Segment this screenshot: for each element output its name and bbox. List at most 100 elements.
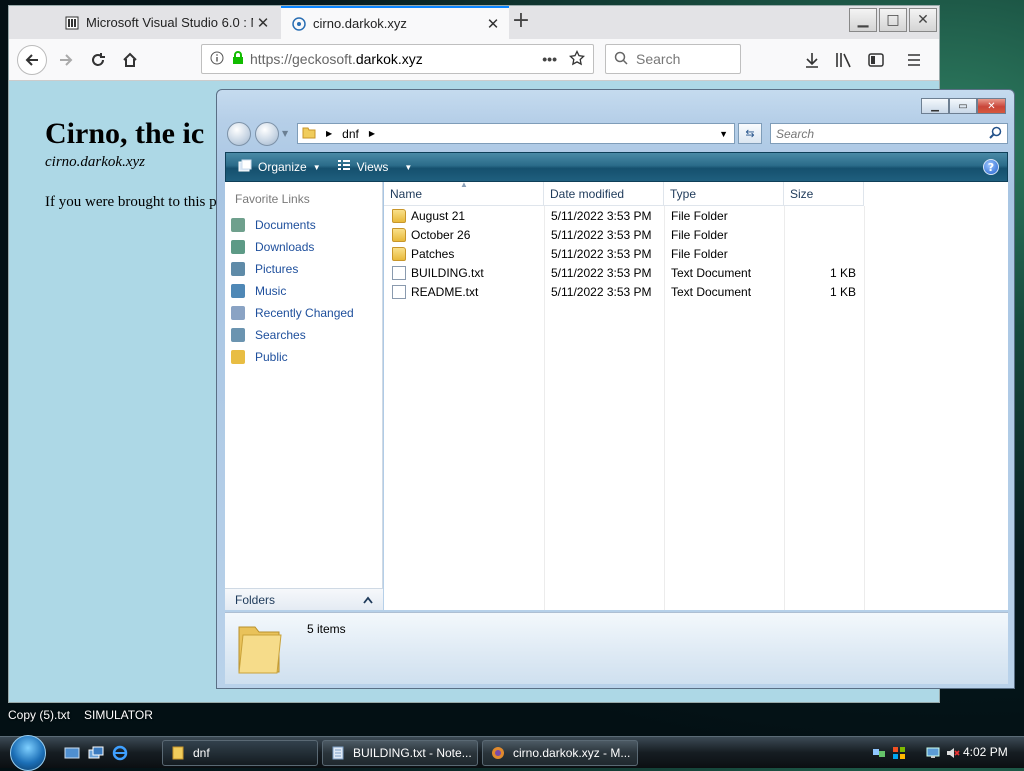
- organize-icon: [238, 159, 252, 176]
- info-icon[interactable]: [210, 51, 224, 68]
- column-header-type[interactable]: Type: [664, 182, 784, 206]
- lock-icon[interactable]: [232, 50, 244, 68]
- maximize-icon[interactable]: ▭: [949, 98, 977, 114]
- minimize-icon[interactable]: ▁: [921, 98, 949, 114]
- file-row-patches[interactable]: Patches 5/11/2022 3:53 PM File Folder: [384, 245, 1008, 264]
- search-input[interactable]: Search: [770, 123, 1008, 144]
- recently-changed-icon: [231, 306, 245, 320]
- url-text[interactable]: https://geckosoft.darkok.xyz: [250, 51, 542, 67]
- reload-icon[interactable]: [83, 45, 113, 75]
- maximize-icon[interactable]: □: [879, 8, 907, 32]
- system-tray: [872, 742, 960, 764]
- sidebar-item-pictures[interactable]: Pictures: [225, 258, 382, 280]
- chevron-up-icon: [363, 593, 373, 607]
- desktop-icon-label-simulator[interactable]: SIMULATOR: [84, 708, 153, 722]
- back-icon[interactable]: [227, 122, 251, 146]
- tab-visual-studio[interactable]: Microsoft Visual Studio 6.0 : M ✕: [54, 6, 279, 39]
- searches-icon: [231, 328, 245, 342]
- tab-bar: Microsoft Visual Studio 6.0 : M ✕ cirno.…: [9, 6, 939, 39]
- sidebar-icon[interactable]: [867, 51, 885, 69]
- nav-toolbar: https://geckosoft.darkok.xyz ••• Search: [9, 39, 939, 81]
- firefox-icon: [491, 746, 505, 760]
- sidebar-item-public[interactable]: Public: [225, 346, 382, 368]
- sidebar-item-recently-changed[interactable]: Recently Changed: [225, 302, 382, 324]
- page-paragraph: If you were brought to this p: [45, 194, 217, 210]
- file-row-building-txt[interactable]: BUILDING.txt 5/11/2022 3:53 PM Text Docu…: [384, 264, 1008, 283]
- sidebar-item-downloads[interactable]: Downloads: [225, 236, 382, 258]
- column-header-date[interactable]: Date modified: [544, 182, 664, 206]
- views-button[interactable]: Views ▼: [333, 157, 417, 178]
- close-icon[interactable]: ✕: [977, 98, 1006, 114]
- folder-icon: [171, 746, 185, 760]
- recent-pages-dropdown-icon[interactable]: ▼: [282, 129, 288, 138]
- folders-toggle[interactable]: Folders: [225, 588, 383, 610]
- taskbar-button-dnf[interactable]: dnf: [162, 740, 318, 766]
- start-button-icon[interactable]: [10, 735, 46, 771]
- organize-button[interactable]: Organize ▼: [234, 157, 325, 178]
- close-tab-icon[interactable]: ✕: [253, 14, 273, 32]
- volume-muted-icon[interactable]: [946, 746, 960, 760]
- back-icon[interactable]: [17, 45, 47, 75]
- library-icon[interactable]: [835, 51, 853, 69]
- page-subtitle: cirno.darkok.xyz: [45, 154, 145, 170]
- views-icon: [337, 159, 351, 176]
- file-row-readme-txt[interactable]: README.txt 5/11/2022 3:53 PM Text Docume…: [384, 283, 1008, 302]
- search-icon[interactable]: [989, 126, 1002, 142]
- sidebar-item-searches[interactable]: Searches: [225, 324, 382, 346]
- address-dropdown-icon[interactable]: ▼: [719, 129, 728, 139]
- sidebar-item-documents[interactable]: Documents: [225, 214, 382, 236]
- minimize-icon[interactable]: ▁: [849, 8, 877, 32]
- menu-icon[interactable]: [905, 51, 923, 69]
- monitor-tray-icon[interactable]: [926, 746, 940, 760]
- documents-icon: [231, 218, 245, 232]
- explorer-window: ▁ ▭ ✕ ▼ ▶ dnf ▶ ▼ ⇆ Search Organize ▼ Vi…: [216, 89, 1015, 689]
- folder-icon: [392, 247, 406, 261]
- home-icon[interactable]: [115, 45, 145, 75]
- file-row-august-21[interactable]: August 21 5/11/2022 3:53 PM File Folder: [384, 207, 1008, 226]
- breadcrumb-arrow-icon[interactable]: ▶: [326, 129, 332, 138]
- search-placeholder: Search: [776, 126, 815, 141]
- clock[interactable]: 4:02 PM: [963, 745, 1008, 759]
- switch-windows-icon[interactable]: [88, 745, 104, 761]
- url-bar[interactable]: https://geckosoft.darkok.xyz •••: [201, 44, 594, 74]
- column-header-size[interactable]: Size: [784, 182, 864, 206]
- forward-icon[interactable]: [51, 45, 81, 75]
- forward-icon[interactable]: [255, 122, 279, 146]
- favorite-links-title: Favorite Links: [235, 192, 310, 206]
- close-tab-icon[interactable]: ✕: [483, 15, 503, 33]
- network-tray-icon[interactable]: [872, 746, 886, 760]
- taskbar: dnf BUILDING.txt - Note... cirno.darkok.…: [0, 735, 1024, 771]
- breadcrumb-arrow-icon[interactable]: ▶: [369, 129, 375, 138]
- window-controls: ▁ ▭ ✕: [921, 98, 1006, 114]
- text-file-icon: [392, 266, 406, 280]
- show-desktop-icon[interactable]: [64, 745, 80, 761]
- search-bar[interactable]: Search: [605, 44, 741, 74]
- item-count: 5 items: [307, 622, 346, 636]
- taskbar-button-notepad[interactable]: BUILDING.txt - Note...: [322, 740, 478, 766]
- windows-security-icon[interactable]: [892, 746, 906, 760]
- folder-icon: [392, 228, 406, 242]
- search-icon: [614, 51, 628, 68]
- bookmark-star-icon[interactable]: [568, 49, 586, 69]
- desktop-icon-label-copy5[interactable]: Copy (5).txt: [8, 708, 70, 722]
- internet-explorer-icon[interactable]: [112, 745, 128, 761]
- navigation-pane: Favorite Links Documents Downloads Pictu…: [225, 182, 383, 610]
- close-icon[interactable]: ✕: [909, 8, 937, 32]
- sidebar-item-music[interactable]: Music: [225, 280, 382, 302]
- site-icon: [291, 16, 307, 32]
- page-actions-icon[interactable]: •••: [542, 51, 557, 67]
- new-tab-icon[interactable]: +: [509, 10, 533, 34]
- refresh-icon[interactable]: ⇆: [738, 123, 762, 144]
- music-icon: [231, 284, 245, 298]
- breadcrumb-dnf[interactable]: dnf: [342, 127, 359, 141]
- help-icon[interactable]: ?: [983, 159, 999, 175]
- taskbar-button-firefox[interactable]: cirno.darkok.xyz - M...: [482, 740, 638, 766]
- tab-cirno[interactable]: cirno.darkok.xyz ✕: [281, 6, 509, 39]
- download-icon[interactable]: [803, 51, 821, 69]
- address-bar[interactable]: ▶ dnf ▶ ▼: [297, 123, 735, 144]
- file-row-october-26[interactable]: October 26 5/11/2022 3:53 PM File Folder: [384, 226, 1008, 245]
- vs-icon: [64, 15, 80, 31]
- page-title: Cirno, the ic: [45, 117, 205, 150]
- column-header-name[interactable]: ▲ Name: [384, 180, 544, 206]
- downloads-icon: [231, 240, 245, 254]
